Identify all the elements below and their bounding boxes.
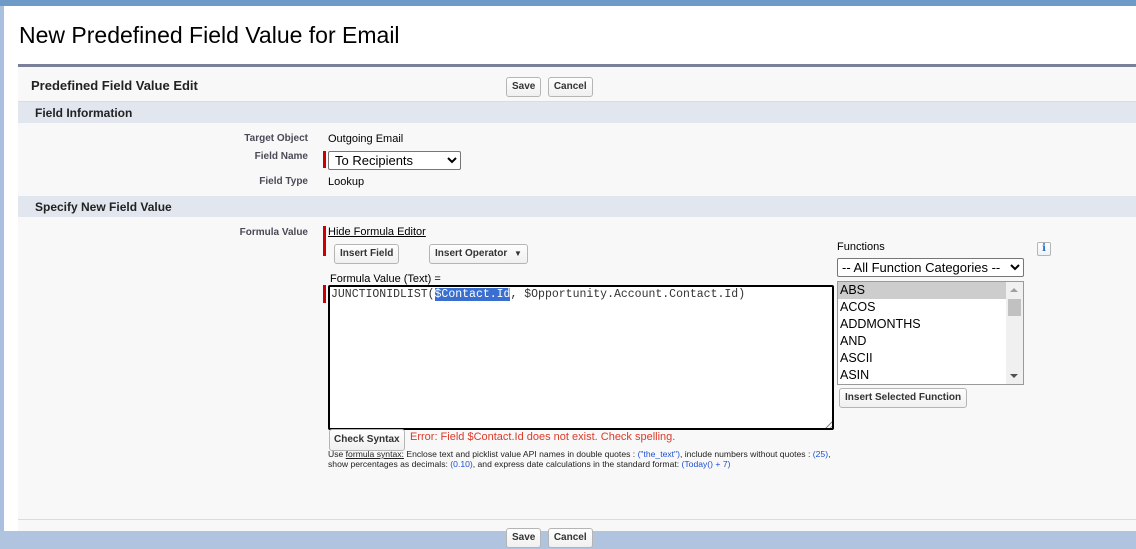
functions-listbox[interactable]: ABS ACOS ADDMONTHS AND ASCII ASIN (837, 281, 1024, 385)
edit-block: Predefined Field Value Edit Save Cancel … (18, 64, 1136, 548)
required-indicator (323, 285, 326, 303)
field-type-value: Lookup (328, 176, 365, 188)
hide-formula-editor-link[interactable]: Hide Formula Editor (328, 226, 426, 238)
formula-selected-text: $Contact.Id (434, 288, 511, 301)
field-name-select[interactable]: To Recipients (328, 151, 461, 170)
required-indicator (323, 226, 326, 256)
hint-example: (0.10) (450, 459, 473, 469)
functions-scrollbar[interactable] (1006, 282, 1023, 384)
formula-suffix: , $Opportunity.Account.Contact.Id) (510, 288, 746, 301)
formula-prefix: JUNCTIONIDLIST( (331, 288, 435, 301)
block-footer: Save Cancel (18, 519, 1136, 549)
info-icon[interactable]: i (1037, 242, 1051, 256)
save-button[interactable]: Save (506, 77, 542, 97)
syntax-error-message: Error: Field $Contact.Id does not exist.… (410, 431, 676, 443)
field-name-label: Field Name (254, 151, 308, 162)
target-object-value: Outgoing Email (328, 133, 404, 145)
block-title: Predefined Field Value Edit (31, 78, 198, 93)
block-header: Predefined Field Value Edit Save Cancel (18, 67, 1136, 102)
scroll-down-icon[interactable] (1010, 374, 1018, 378)
dropdown-arrow-icon: ▼ (514, 249, 522, 258)
section-specify-new-field-value: Specify New Field Value (18, 196, 1136, 217)
insert-field-button[interactable]: Insert Field (334, 244, 400, 264)
functions-label: Functions (837, 241, 885, 253)
hint-example: ("the_text") (637, 449, 680, 459)
field-type-label: Field Type (259, 176, 308, 187)
hint-text: , and express date calculations in the s… (472, 459, 682, 469)
formula-hint: Use formula syntax: Enclose text and pic… (328, 449, 838, 469)
formula-value-label: Formula Value (239, 227, 308, 238)
cancel-button[interactable]: Cancel (547, 77, 593, 97)
footer-cancel-button[interactable]: Cancel (547, 528, 593, 548)
section-field-information: Field Information (18, 102, 1136, 123)
field-information-body: Target Object Outgoing Email Field Name … (18, 123, 1136, 196)
hint-example: (25) (812, 449, 829, 459)
hint-text: Enclose text and picklist value API name… (403, 449, 638, 459)
hint-text: , include numbers without quotes : (679, 449, 813, 459)
function-category-select[interactable]: -- All Function Categories -- (837, 258, 1024, 277)
function-item[interactable]: ASIN (838, 367, 1006, 384)
formula-syntax-link[interactable]: formula syntax: (346, 449, 404, 459)
insert-selected-function-button[interactable]: Insert Selected Function (839, 388, 968, 408)
function-item[interactable]: ASCII (838, 350, 1006, 367)
resize-handle-icon[interactable] (823, 419, 832, 428)
required-indicator (323, 151, 326, 168)
hint-text: Use (328, 449, 346, 459)
specify-value-body: Formula Value Hide Formula Editor Insert… (18, 217, 1136, 503)
formula-editor-textarea[interactable]: JUNCTIONIDLIST($Contact.Id, $Opportunity… (328, 285, 834, 430)
page-title: New Predefined Field Value for Email (19, 22, 400, 48)
header-buttons: Save Cancel (506, 76, 595, 97)
target-object-label: Target Object (244, 133, 308, 144)
formula-caption: Formula Value (Text) = (330, 273, 441, 285)
insert-operator-label: Insert Operator (435, 248, 508, 259)
insert-operator-button[interactable]: Insert Operator ▼ (429, 244, 528, 264)
page-container: New Predefined Field Value for Email Pre… (4, 6, 1136, 548)
function-item[interactable]: AND (838, 333, 1006, 350)
scroll-thumb[interactable] (1008, 299, 1021, 316)
footer-save-button[interactable]: Save (506, 528, 542, 548)
check-syntax-button[interactable]: Check Syntax (329, 429, 405, 451)
hint-example: (Today() + 7) (681, 459, 731, 469)
function-item[interactable]: ABS (838, 282, 1006, 299)
scroll-up-icon[interactable] (1010, 288, 1018, 292)
footer-buttons: Save Cancel (506, 527, 595, 548)
function-item[interactable]: ACOS (838, 299, 1006, 316)
function-item[interactable]: ADDMONTHS (838, 316, 1006, 333)
